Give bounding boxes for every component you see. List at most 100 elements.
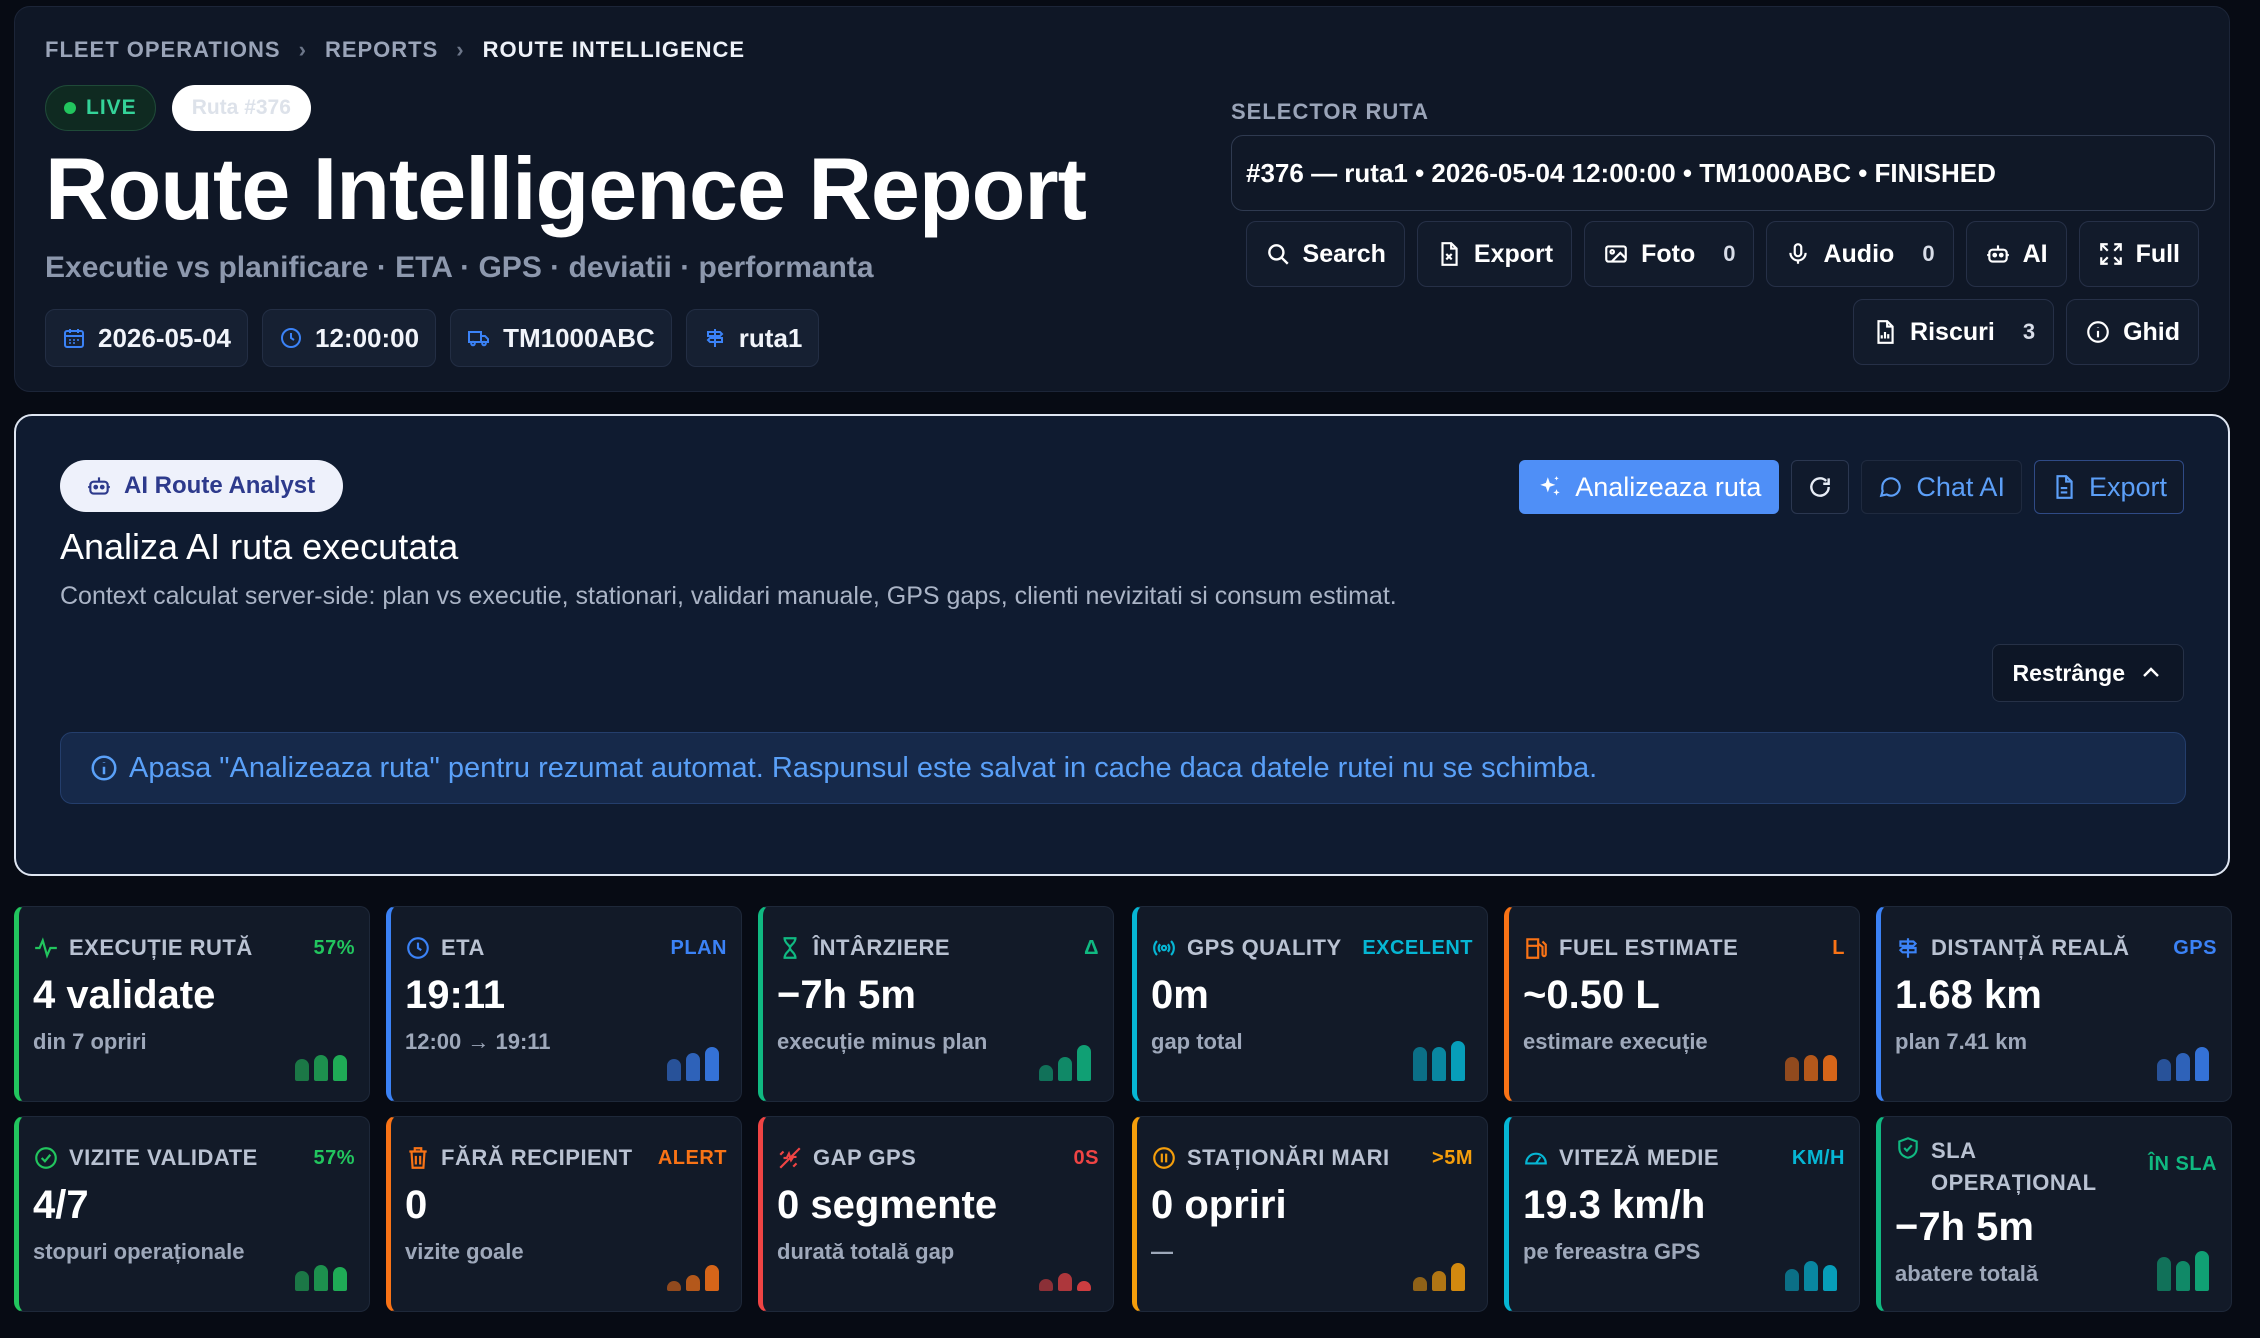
kpi-card-label: VIZITE VALIDATE: [33, 1145, 258, 1171]
kpi-sparkline: [1413, 1263, 1465, 1291]
export-button[interactable]: Export: [1416, 221, 1573, 287]
fullscreen-button[interactable]: Full: [2078, 221, 2199, 287]
sparkline-bar: [705, 1047, 719, 1081]
kpi-card[interactable]: STAȚIONĂRI MARI >5M 0 opriri —: [1132, 1116, 1488, 1312]
audio-button[interactable]: Audio 0: [1766, 221, 1954, 287]
foto-button[interactable]: Foto 0: [1584, 221, 1755, 287]
kpi-card-label-text: FĂRĂ RECIPIENT: [441, 1145, 633, 1170]
sparkline-bar: [2157, 1059, 2171, 1081]
sparkline-bar: [1058, 1057, 1072, 1081]
risks-button-label: Riscuri: [1910, 317, 1995, 346]
kpi-sparkline: [1039, 1273, 1091, 1291]
sparkline-bar: [333, 1267, 347, 1291]
gauge-icon: [1525, 1152, 1547, 1165]
page-title: Route Intelligence Report: [45, 139, 1087, 238]
sparkline-bar: [1804, 1055, 1818, 1081]
kpi-card-subtext: —: [1151, 1239, 1173, 1264]
breadcrumb-item-reports[interactable]: REPORTS: [325, 37, 438, 63]
kpi-card[interactable]: GPS QUALITY EXCELENT 0m gap total: [1132, 906, 1488, 1102]
kpi-card-label-text: ÎNTÂRZIERE: [813, 935, 950, 960]
kpi-card-badge: Δ: [1084, 937, 1099, 959]
chat-icon: [1880, 477, 1902, 498]
chip-route-label: ruta1: [738, 322, 803, 353]
info-icon: [2087, 321, 2109, 343]
kpi-card[interactable]: VITEZĂ MEDIE KM/H 19.3 km/h pe fereastra GP…: [1504, 1116, 1860, 1312]
chart-file-icon: [1877, 320, 1894, 344]
route-selector[interactable]: #376 — ruta1 • 2026-05-04 12:00:00 • TM1…: [1231, 135, 2215, 211]
kpi-card-label-text: FUEL ESTIMATE: [1559, 935, 1739, 960]
clock-icon: [407, 937, 429, 959]
kpi-card-value: 1.68 km: [1895, 973, 2042, 1017]
breadcrumb-item-fleet-operations[interactable]: FLEET OPERATIONS: [45, 37, 281, 63]
robot-icon: [88, 477, 110, 495]
kpi-card-value: 19:11: [405, 973, 506, 1017]
sparkline-bar: [1451, 1263, 1465, 1291]
kpi-card[interactable]: FUEL ESTIMATE L ~0.50 L estimare execuție: [1504, 906, 1860, 1102]
audio-button-label: Audio: [1823, 239, 1895, 268]
sparkline-bar: [333, 1055, 347, 1081]
page-subtitle: Executie vs planificare · ETA · GPS · de…: [45, 251, 874, 284]
hourglass-icon: [783, 937, 797, 959]
kpi-card-label-text: EXECUȚIE RUTĂ: [69, 935, 253, 960]
kpi-card-label: SLA OPERAȚIONAL: [1895, 1135, 2096, 1199]
sparkline-bar: [1077, 1281, 1091, 1291]
search-button-label: Search: [1302, 239, 1386, 268]
foto-count: 0: [1723, 241, 1736, 266]
sparkline-bar: [667, 1281, 681, 1291]
chat-ai-button[interactable]: Chat AI: [1861, 460, 2022, 514]
refresh-button[interactable]: [1791, 460, 1850, 514]
kpi-card-subtext: gap total: [1151, 1029, 1243, 1054]
kpi-sparkline: [1785, 1261, 1837, 1291]
kpi-card-label: VITEZĂ MEDIE: [1523, 1145, 1719, 1171]
ai-button-label: AI: [2022, 239, 2048, 268]
kpi-sparkline: [1413, 1041, 1465, 1081]
kpi-card-subtext: abatere totală: [1895, 1261, 2039, 1286]
activity-icon: [35, 937, 57, 959]
ai-export-button[interactable]: Export: [2033, 460, 2184, 514]
trash-icon: [409, 1147, 427, 1169]
guide-button[interactable]: Ghid: [2066, 299, 2199, 365]
risks-count: 3: [2022, 319, 2036, 344]
kpi-card[interactable]: EXECUȚIE RUTĂ 57% 4 validate din 7 opriri: [14, 906, 370, 1102]
microphone-icon: [1789, 243, 1808, 264]
kpi-card-label-text: VITEZĂ MEDIE: [1559, 1145, 1720, 1170]
ai-button[interactable]: AI: [1965, 221, 2067, 287]
sparkline-bar: [295, 1059, 309, 1081]
kpi-card[interactable]: SLA OPERAȚIONAL ÎN SLA −7h 5m abatere total…: [1876, 1116, 2232, 1312]
sparkline-bar: [2176, 1261, 2190, 1291]
risks-button[interactable]: Riscuri 3: [1853, 299, 2055, 365]
toolbar-row-2: Riscuri 3 Ghid: [1853, 299, 2199, 365]
chip-time: 12:00:00: [262, 309, 437, 367]
kpi-card-label-text: DISTANȚĂ REALĂ: [1931, 935, 2130, 960]
sparkline-bar: [2195, 1047, 2209, 1081]
sparkles-icon: [1540, 476, 1561, 496]
live-label: LIVE: [86, 96, 137, 119]
analyze-route-button[interactable]: Analizeaza ruta: [1519, 460, 1780, 514]
route-pill: Ruta #376: [171, 85, 311, 131]
ai-analyst-badge: AI Route Analyst: [60, 460, 344, 512]
kpi-card[interactable]: ÎNTÂRZIERE Δ −7h 5m execuție minus plan: [758, 906, 1114, 1102]
sparkline-bar: [1413, 1047, 1427, 1081]
kpi-card-value: −7h 5m: [777, 973, 916, 1017]
sparkline-bar: [1451, 1041, 1465, 1081]
kpi-card[interactable]: VIZITE VALIDATE 57% 4/7 stopuri operațional…: [14, 1116, 370, 1312]
kpi-card-label-text: STAȚIONĂRI MARI: [1187, 1145, 1390, 1170]
collapse-button[interactable]: Restrânge: [1991, 644, 2184, 702]
kpi-card-value: 0 opriri: [1151, 1183, 1287, 1227]
sparkline-bar: [2195, 1251, 2209, 1291]
breadcrumb-item-current: ROUTE INTELLIGENCE: [482, 37, 746, 62]
sparkline-bar: [295, 1271, 309, 1291]
kpi-card[interactable]: GAP GPS 0S 0 segmente durată totală gap: [758, 1116, 1114, 1312]
kpi-card-label-text: ETA: [441, 935, 485, 960]
kpi-card-badge: GPS: [2173, 937, 2217, 959]
kpi-card[interactable]: ETA PLAN 19:11 12:00 → 19:11: [386, 906, 742, 1102]
sparkline-bar: [1039, 1065, 1053, 1081]
kpi-sparkline: [667, 1265, 719, 1291]
image-icon: [1605, 245, 1627, 263]
chip-vehicle-label: TM1000ABC: [503, 322, 655, 353]
ai-export-label: Export: [2088, 471, 2167, 502]
kpi-card[interactable]: FĂRĂ RECIPIENT ALERT 0 vizite goale: [386, 1116, 742, 1312]
sparkline-bar: [1785, 1269, 1799, 1291]
search-button[interactable]: Search: [1245, 221, 1405, 287]
kpi-card[interactable]: DISTANȚĂ REALĂ GPS 1.68 km plan 7.41 km: [1876, 906, 2232, 1102]
